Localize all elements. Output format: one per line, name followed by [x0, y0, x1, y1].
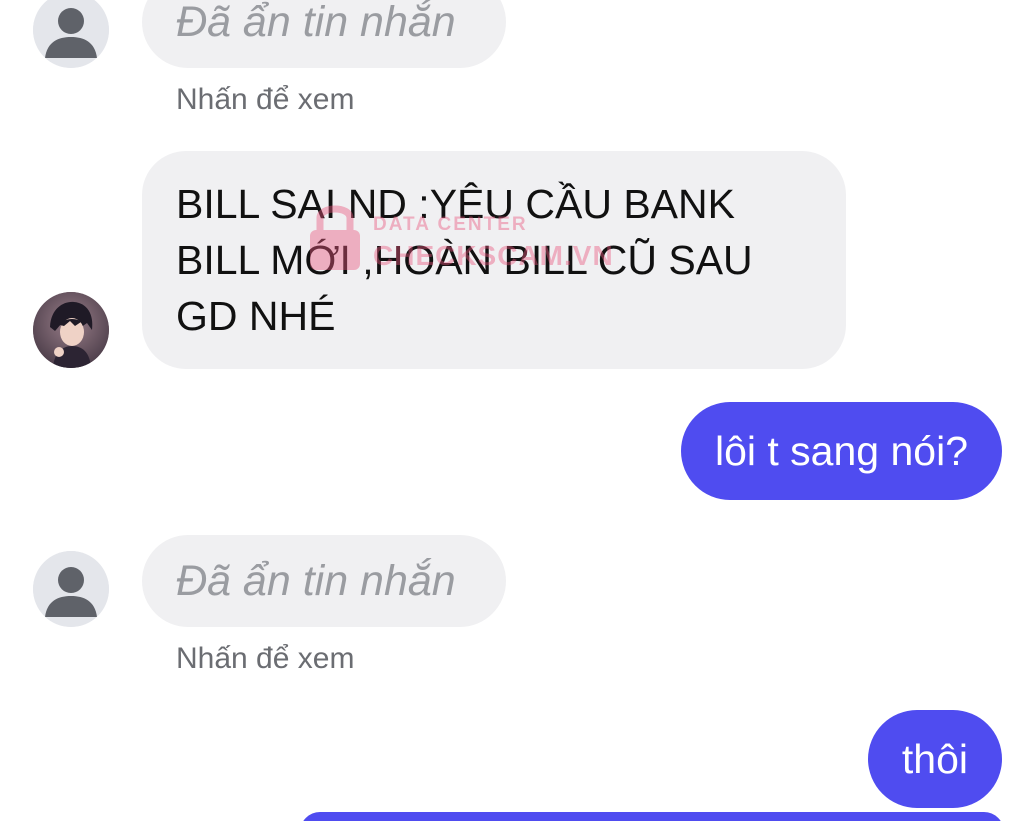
sent-message-bubble[interactable]: lôi t sang nói? — [680, 402, 1002, 500]
tap-to-view-link[interactable]: Nhấn để xem — [176, 82, 354, 118]
chat-screen: Đã ẩn tin nhắn Nhấn để xem BILL SAI ND :… — [0, 0, 1024, 821]
tap-to-view-link[interactable]: Nhấn để xem — [176, 641, 354, 677]
hidden-message-bubble[interactable]: Đã ẩn tin nhắn — [142, 0, 506, 68]
default-user-avatar[interactable] — [33, 0, 109, 68]
hidden-message-text: Đã ẩn tin nhắn — [176, 0, 456, 46]
default-user-icon — [33, 0, 109, 68]
received-message-text: BILL SAI ND :YÊU CẦU BANK BILL MỚI ,HOÀN… — [176, 181, 753, 339]
partial-sent-bubble[interactable] — [300, 812, 1004, 821]
user-photo-icon — [33, 292, 109, 368]
default-user-avatar[interactable] — [33, 551, 109, 627]
sent-message-bubble[interactable]: thôi — [867, 710, 1002, 808]
hidden-message-bubble[interactable]: Đã ẩn tin nhắn — [142, 535, 506, 627]
sender-avatar[interactable] — [33, 292, 109, 368]
default-user-icon — [33, 551, 109, 627]
hidden-message-text: Đã ẩn tin nhắn — [176, 557, 456, 605]
received-message-bubble[interactable]: BILL SAI ND :YÊU CẦU BANK BILL MỚI ,HOÀN… — [142, 151, 846, 369]
sent-message-text: thôi — [901, 736, 968, 782]
sent-message-text: lôi t sang nói? — [714, 428, 968, 474]
